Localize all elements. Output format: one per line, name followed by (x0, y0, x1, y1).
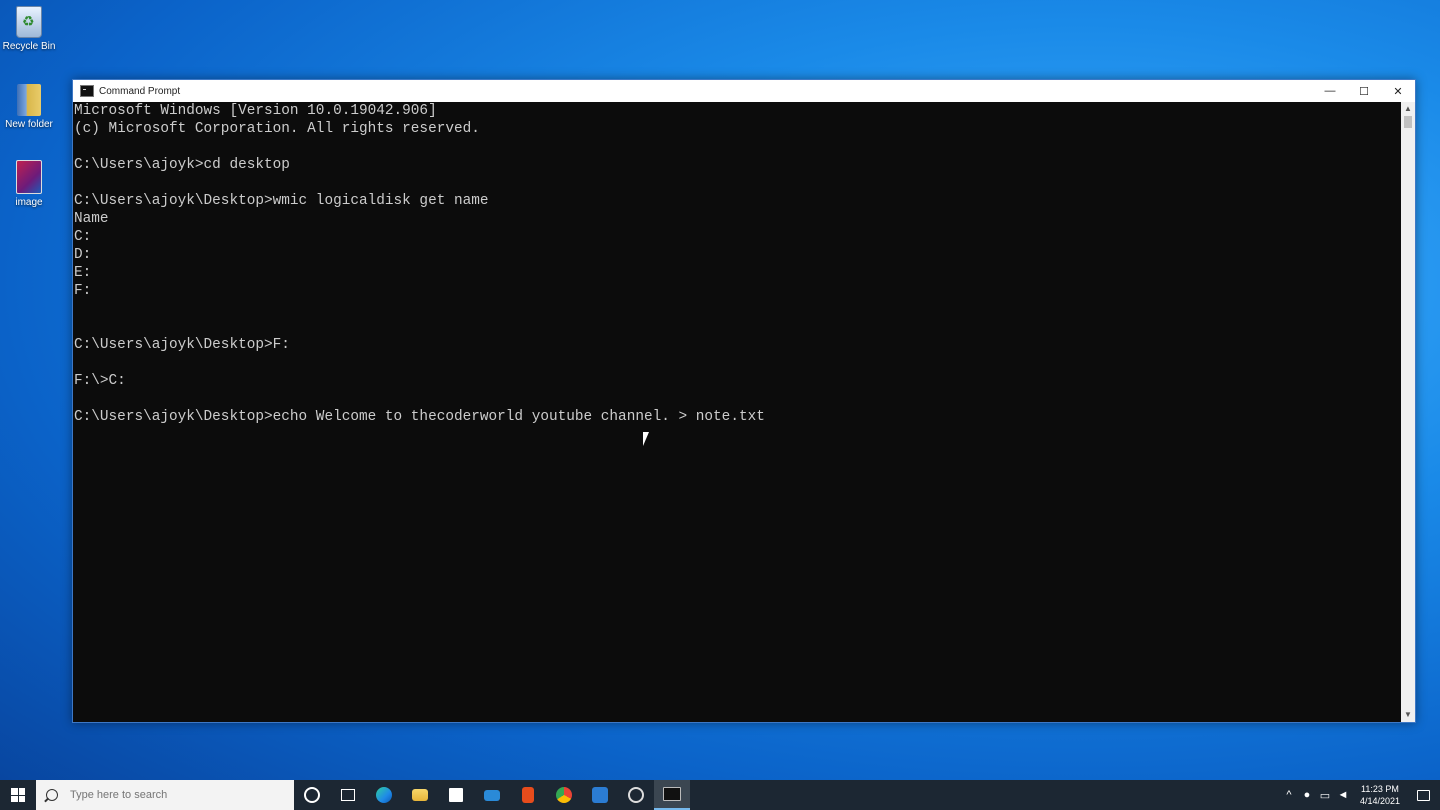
edge-icon (376, 787, 392, 803)
console-line: C:\Users\ajoyk>cd desktop (74, 157, 290, 173)
console-line: Name (74, 211, 109, 227)
folder-icon (17, 84, 41, 116)
command-prompt-window[interactable]: Command Prompt — ☐ ✕ Microsoft Windows [… (72, 79, 1416, 723)
task-view-icon (341, 789, 355, 801)
clock-time: 11:23 PM (1361, 784, 1399, 794)
console-line: E: (74, 265, 92, 281)
scrollbar-thumb[interactable] (1404, 116, 1412, 128)
volume-icon[interactable]: ◄ (1334, 789, 1352, 801)
system-tray: ^ ● ▭ ◄ 11:23 PM 4/14/2021 (1280, 780, 1440, 810)
network-icon[interactable]: ▭ (1316, 789, 1334, 802)
desktop-icon-recycle-bin[interactable]: Recycle Bin (2, 6, 56, 52)
maximize-button[interactable]: ☐ (1347, 80, 1381, 102)
clock[interactable]: 11:23 PM 4/14/2021 (1360, 783, 1400, 807)
taskbar-app-store[interactable] (438, 780, 474, 810)
taskbar-app-edge[interactable] (366, 780, 402, 810)
terminal-icon (663, 787, 681, 801)
command-prompt-icon (80, 85, 94, 97)
scroll-down-arrow-icon[interactable]: ▼ (1401, 708, 1415, 722)
desktop-icon-label: Recycle Bin (2, 41, 56, 52)
folder-icon (412, 789, 428, 801)
task-view-button[interactable] (330, 780, 366, 810)
console-line: Microsoft Windows [Version 10.0.19042.90… (74, 103, 437, 119)
cortana-icon (304, 787, 320, 803)
word-icon (592, 787, 608, 803)
office-icon (522, 787, 534, 803)
mouse-pointer-icon (643, 432, 649, 446)
taskbar-app-obs[interactable] (618, 780, 654, 810)
chrome-icon (556, 787, 572, 803)
window-title: Command Prompt (99, 85, 181, 97)
console-line: C:\Users\ajoyk\Desktop>F: (74, 337, 290, 353)
desktop-icon-new-folder[interactable]: New folder (2, 84, 56, 130)
title-bar[interactable]: Command Prompt — ☐ ✕ (73, 80, 1415, 102)
console-line: C: (74, 229, 92, 245)
taskbar-app-mail[interactable] (474, 780, 510, 810)
chevron-up-icon[interactable]: ^ (1280, 789, 1298, 801)
windows-logo-icon (11, 788, 25, 802)
cortana-button[interactable] (294, 780, 330, 810)
taskbar-app-file-explorer[interactable] (402, 780, 438, 810)
taskbar-app-word[interactable] (582, 780, 618, 810)
taskbar: ^ ● ▭ ◄ 11:23 PM 4/14/2021 (0, 780, 1440, 810)
recycle-bin-icon (16, 6, 42, 38)
close-button[interactable]: ✕ (1381, 80, 1415, 102)
taskbar-app-office[interactable] (510, 780, 546, 810)
console-line: C:\Users\ajoyk\Desktop>wmic logicaldisk … (74, 193, 489, 209)
console-line: D: (74, 247, 92, 263)
console-line: (c) Microsoft Corporation. All rights re… (74, 121, 480, 137)
taskbar-search-box[interactable] (36, 780, 294, 810)
image-file-icon (16, 160, 42, 194)
taskbar-app-chrome[interactable] (546, 780, 582, 810)
clock-date: 4/14/2021 (1359, 796, 1400, 806)
vertical-scrollbar[interactable]: ▲ ▼ (1401, 102, 1415, 722)
microphone-icon[interactable]: ● (1298, 789, 1316, 801)
notifications-button[interactable] (1406, 780, 1440, 810)
search-input[interactable] (68, 788, 272, 802)
desktop-icon-label: image (15, 197, 43, 208)
search-icon (46, 789, 58, 801)
console-current-command: C:\Users\ajoyk\Desktop>echo Welcome to t… (74, 409, 765, 425)
scroll-up-arrow-icon[interactable]: ▲ (1401, 102, 1415, 116)
desktop-icon-label: New folder (5, 119, 53, 130)
minimize-button[interactable]: — (1313, 80, 1347, 102)
mail-icon (484, 789, 500, 801)
desktop-icon-image[interactable]: image (2, 160, 56, 208)
taskbar-app-command-prompt[interactable] (654, 780, 690, 810)
store-icon (449, 788, 463, 802)
notification-icon (1416, 789, 1430, 801)
console-output[interactable]: Microsoft Windows [Version 10.0.19042.90… (73, 102, 1401, 722)
console-line: F:\>C: (74, 373, 126, 389)
obs-icon (628, 787, 644, 803)
start-button[interactable] (0, 780, 36, 810)
console-line: F: (74, 283, 92, 299)
